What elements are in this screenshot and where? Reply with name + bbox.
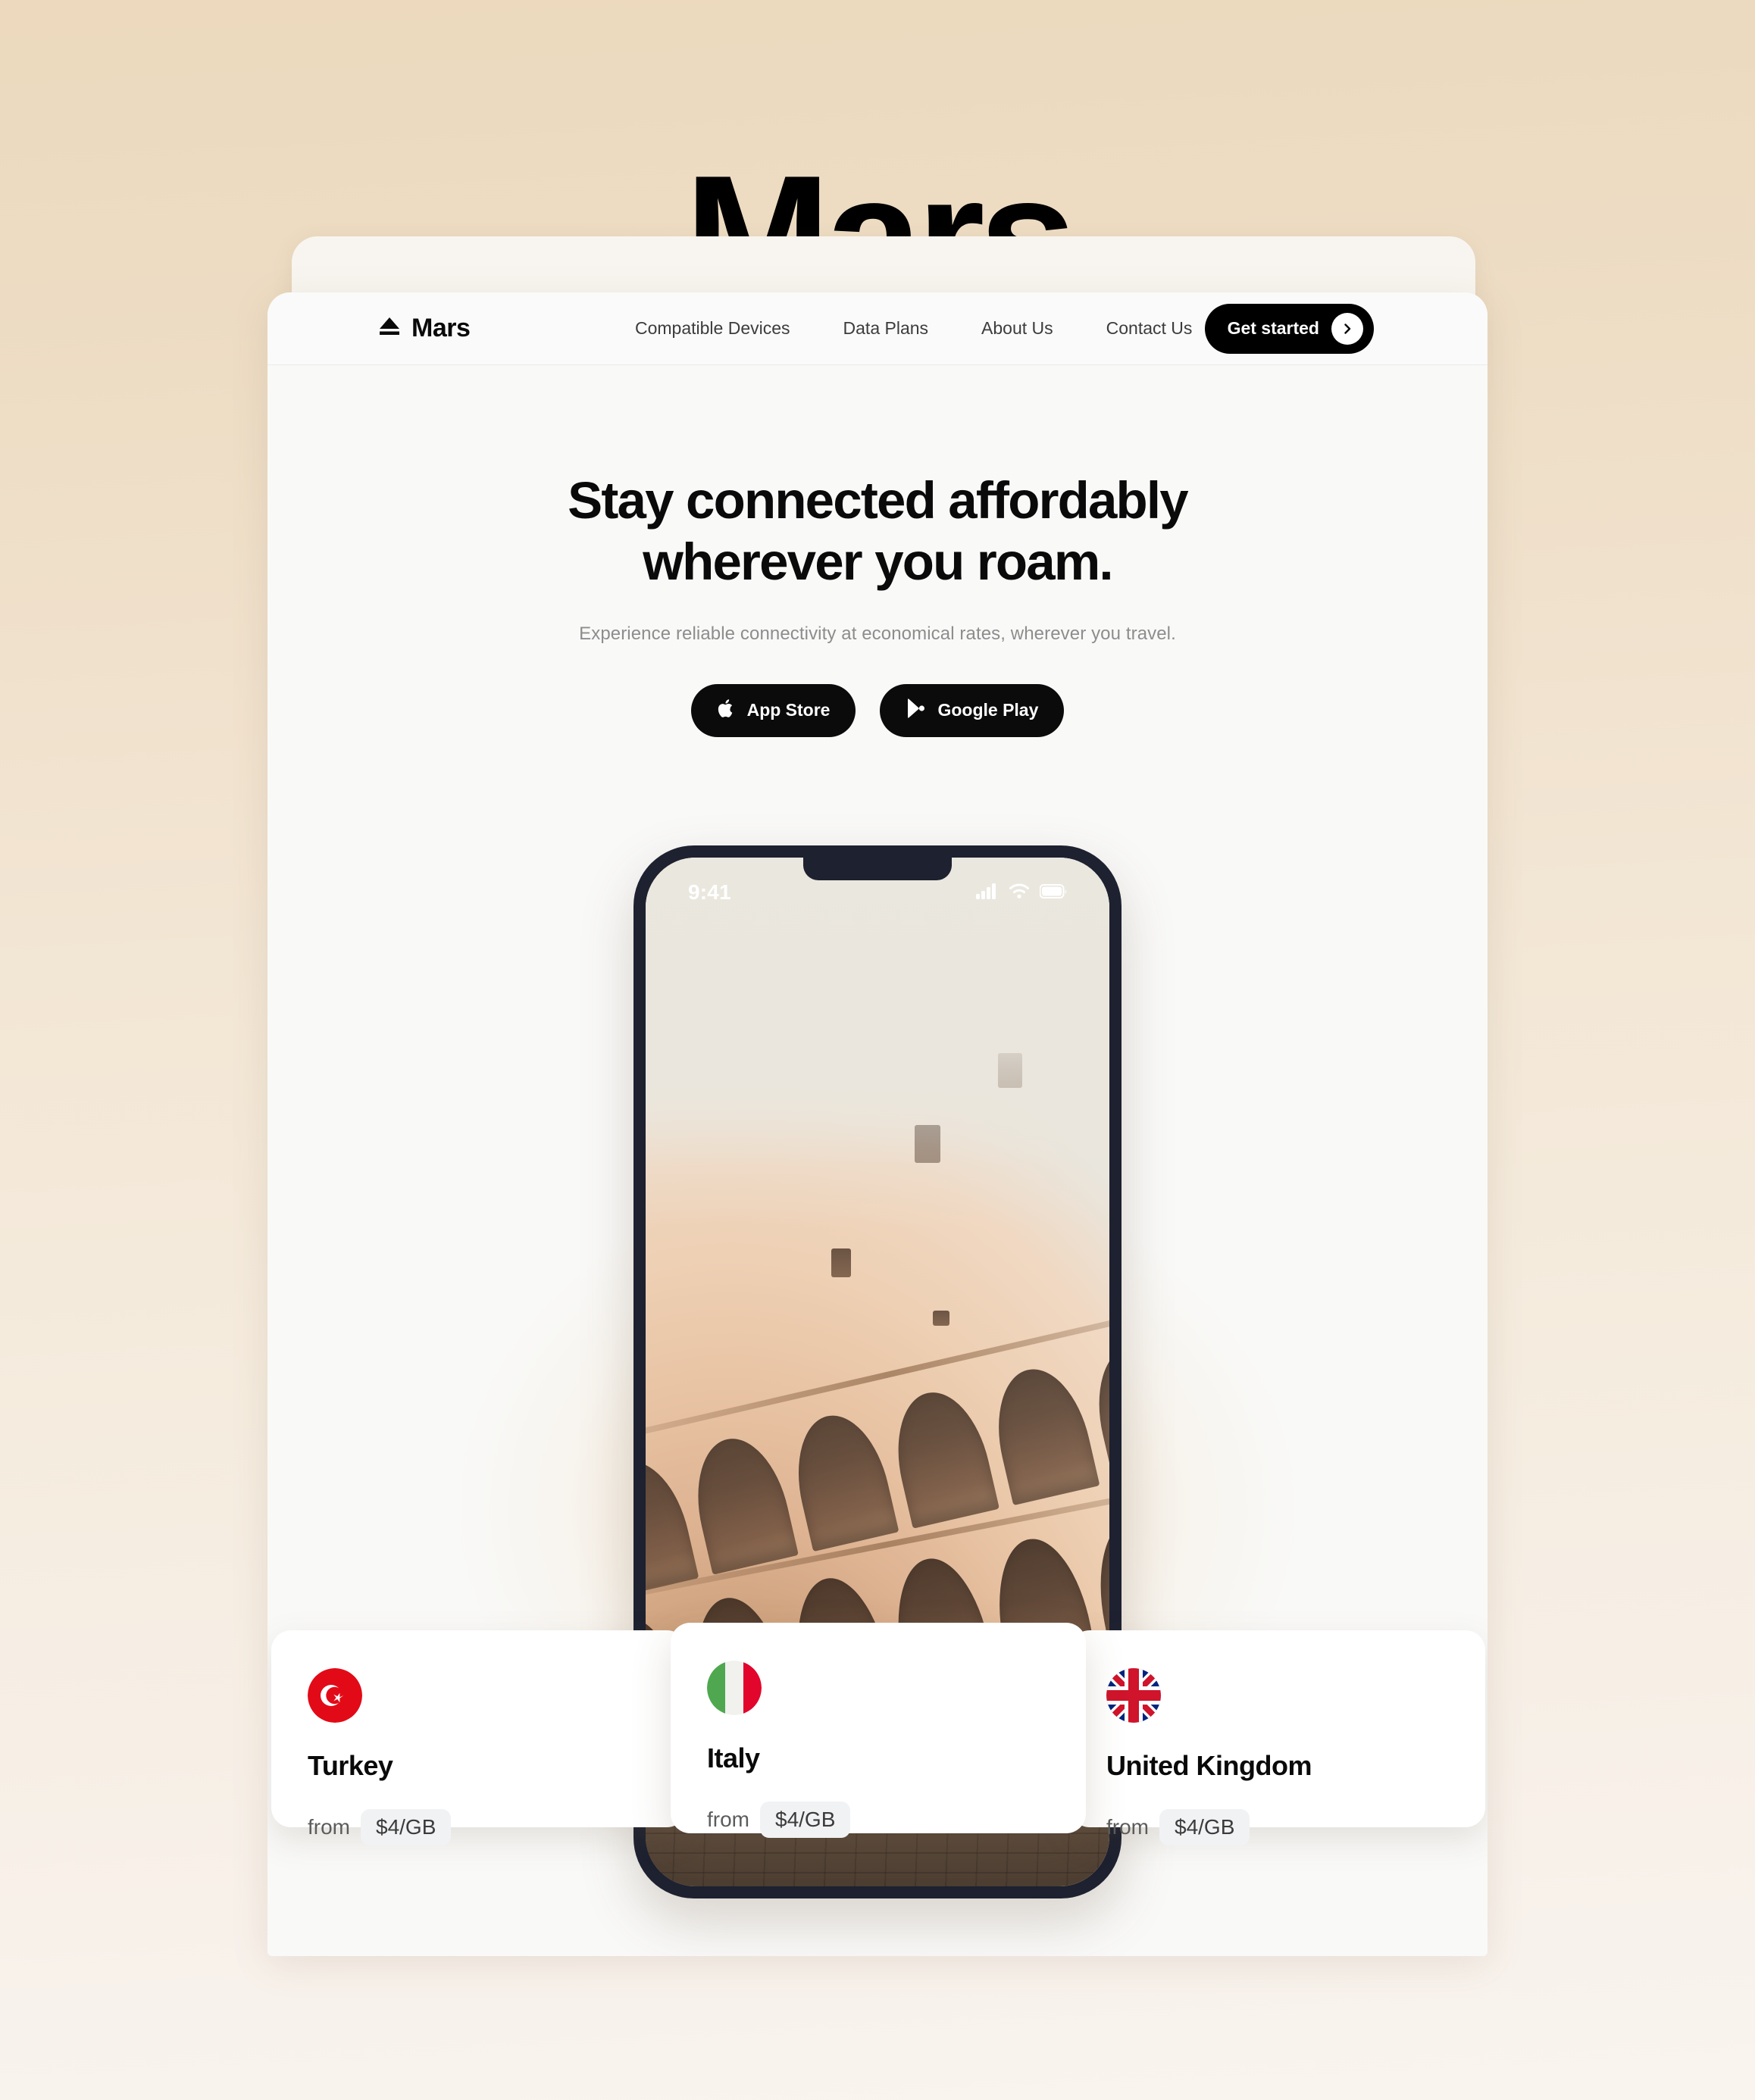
wall-window: [933, 1310, 950, 1326]
battery-icon: [1039, 883, 1067, 903]
sky-gradient: [646, 858, 1109, 1228]
headline-line-1: Stay connected affordably: [568, 471, 1189, 530]
google-play-button[interactable]: Google Play: [880, 683, 1065, 737]
wall-window: [914, 1125, 940, 1164]
united-kingdom-flag-icon: [1106, 1668, 1161, 1723]
price-from-label: from: [707, 1808, 749, 1831]
price-row: from $4/GB: [308, 1809, 650, 1845]
navbar: Mars Compatible Devices Data Plans About…: [267, 292, 1488, 365]
price-badge: $4/GB: [361, 1809, 452, 1845]
nav-link-data-plans[interactable]: Data Plans: [843, 318, 929, 339]
wall-window: [998, 1053, 1023, 1089]
google-play-label: Google Play: [937, 700, 1039, 720]
country-name: United Kingdom: [1106, 1750, 1312, 1781]
brand-name: Mars: [411, 314, 471, 342]
country-cards: Turkey from $4/GB Italy from $4/GB Unite…: [267, 1623, 1488, 1845]
status-time: 9:41: [688, 880, 731, 904]
hero-section: Stay connected affordably wherever you r…: [267, 365, 1488, 737]
price-from-label: from: [1106, 1815, 1149, 1839]
site-window: Mars Compatible Devices Data Plans About…: [267, 292, 1488, 1956]
price-row: from $4/GB: [707, 1802, 1050, 1838]
eject-icon: [378, 314, 401, 343]
phone-status-bar: 9:41: [646, 877, 1109, 908]
hero-subheadline: Experience reliable connectivity at econ…: [579, 623, 1176, 644]
headline-line-2: wherever you roam.: [643, 533, 1113, 592]
country-card-united-kingdom[interactable]: United Kingdom from $4/GB: [1070, 1630, 1485, 1845]
status-icons: [976, 883, 1067, 903]
wifi-icon: [1009, 883, 1030, 903]
nav-link-compatible-devices[interactable]: Compatible Devices: [635, 318, 790, 339]
italy-flag-icon: [707, 1661, 762, 1715]
cornice-upper: [646, 1303, 1109, 1447]
price-row: from $4/GB: [1106, 1809, 1449, 1845]
google-play-icon: [906, 698, 925, 723]
app-store-button[interactable]: App Store: [690, 683, 856, 737]
app-store-label: App Store: [746, 700, 831, 720]
country-card-turkey[interactable]: Turkey from $4/GB: [271, 1630, 687, 1845]
brand-logo[interactable]: Mars: [378, 314, 471, 343]
chevron-right-icon: [1331, 312, 1363, 345]
cellular-signal-icon: [976, 883, 999, 903]
turkey-flag-icon: [308, 1668, 362, 1723]
page-title: Stay connected affordably wherever you r…: [267, 470, 1488, 593]
price-badge: $4/GB: [1159, 1809, 1250, 1845]
nav-link-contact-us[interactable]: Contact Us: [1106, 318, 1193, 339]
country-card-italy[interactable]: Italy from $4/GB: [671, 1623, 1086, 1838]
apple-icon: [717, 698, 735, 723]
wall-window: [831, 1248, 851, 1278]
price-badge: $4/GB: [760, 1802, 851, 1838]
nav-link-about-us[interactable]: About Us: [981, 318, 1053, 339]
page-root: Mars Mars Compatible Devices Data Plans …: [0, 0, 1755, 2100]
country-name: Italy: [707, 1742, 760, 1773]
get-started-label: Get started: [1227, 318, 1319, 338]
primary-navigation: Compatible Devices Data Plans About Us C…: [635, 318, 1192, 339]
get-started-button[interactable]: Get started: [1204, 303, 1374, 354]
store-buttons: App Store Google Play: [267, 683, 1488, 737]
price-from-label: from: [308, 1815, 350, 1839]
country-name: Turkey: [308, 1750, 393, 1781]
cornice-middle: [646, 1483, 1109, 1607]
